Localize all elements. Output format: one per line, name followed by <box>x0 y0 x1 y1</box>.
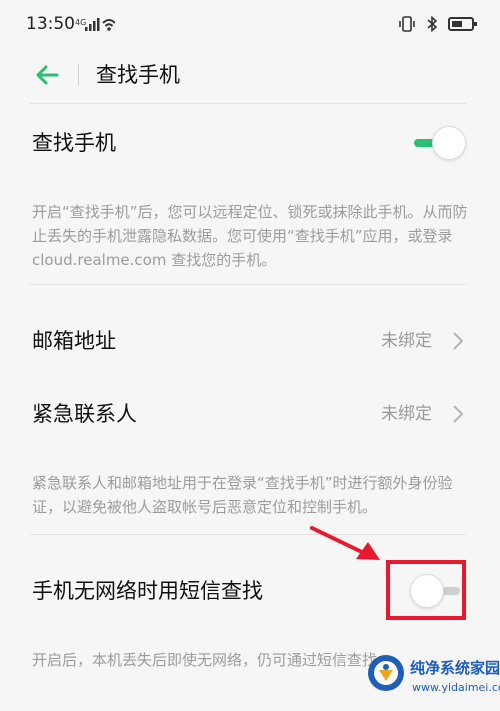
divider <box>30 284 466 285</box>
find-phone-toggle[interactable] <box>412 126 466 160</box>
emergency-contact-row[interactable]: 紧急联系人 未绑定 <box>0 384 500 444</box>
vibrate-icon <box>399 16 415 32</box>
email-label: 邮箱地址 <box>32 329 116 353</box>
chevron-right-icon <box>453 332 464 350</box>
page-title: 查找手机 <box>96 63 180 87</box>
status-time: 13:50 <box>26 14 75 34</box>
nav-divider <box>78 64 79 86</box>
annotation-highlight-box <box>386 560 466 620</box>
divider <box>30 534 466 535</box>
find-phone-description: 开启“查找手机”后，您可以远程定位、锁死或抹除此手机。从而防止丢失的手机泄露隐私… <box>32 203 468 269</box>
verification-note: 紧急联系人和邮箱地址用于在登录“查找手机”时进行额外身份验证，以避免被他人盗取帐… <box>32 474 453 516</box>
cellular-signal-icon: 4G <box>75 18 115 31</box>
chevron-right-icon <box>453 405 464 423</box>
emergency-contact-label: 紧急联系人 <box>32 402 137 426</box>
find-phone-label: 查找手机 <box>32 131 116 155</box>
email-value: 未绑定 <box>381 331 432 351</box>
find-phone-row[interactable]: 查找手机 <box>0 113 500 173</box>
battery-icon <box>448 17 477 31</box>
status-bar: 13:50 4G <box>0 0 500 50</box>
email-row[interactable]: 邮箱地址 未绑定 <box>0 311 500 371</box>
divider <box>30 103 466 104</box>
annotation-arrow-icon <box>310 526 380 560</box>
bluetooth-icon <box>427 15 438 33</box>
toggle-thumb <box>432 126 466 160</box>
watermark-url: www.yidaimei.com <box>412 681 500 694</box>
back-button[interactable] <box>30 58 64 92</box>
watermark: 纯净系统家园 www.yidaimei.com <box>366 651 500 707</box>
site-logo-icon <box>368 655 404 691</box>
status-icons <box>398 14 477 34</box>
watermark-title: 纯净系统家园 <box>410 659 500 677</box>
emergency-contact-value: 未绑定 <box>381 404 432 424</box>
nav-bar: 查找手机 <box>0 50 500 100</box>
sms-find-label: 手机无网络时用短信查找 <box>32 579 263 603</box>
arrow-left-icon <box>36 65 59 85</box>
network-type: 4G <box>75 18 86 27</box>
